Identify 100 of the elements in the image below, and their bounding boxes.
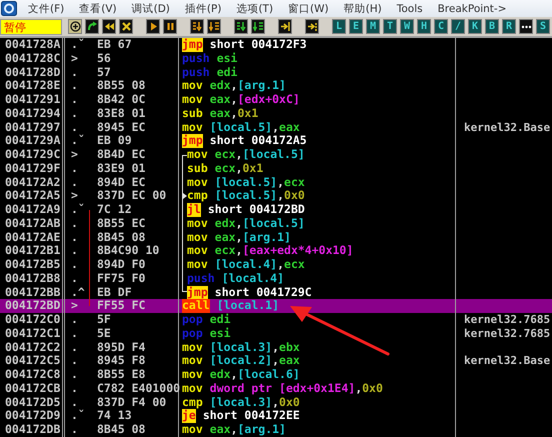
listing-row[interactable]: 0041728A .ˇ EB 67 jmp short 004172F3 (0, 38, 552, 52)
hex-bytes: 8945 EC (97, 120, 146, 134)
listing-row[interactable]: 004172DB . 8B45 08 mov eax,[arg.1] (0, 423, 552, 437)
window-button[interactable]: R (502, 19, 516, 34)
hex-bytes: 57 (97, 66, 111, 80)
operands: eax,0x1 (210, 106, 258, 120)
address-cell: 00417291 (5, 92, 60, 106)
operands: ecx,[eax+edx*4+0x10] (214, 244, 354, 258)
listing-row[interactable]: 004172A2 . 894D EC mov [local.5],ecx (0, 176, 552, 190)
run-to-user-icon[interactable] (305, 19, 319, 34)
window-button[interactable]: K (468, 19, 482, 34)
listing-row[interactable]: 004172AE . 8B45 08 mov eax,[arg.1] (0, 230, 552, 244)
window-button[interactable]: W (400, 19, 414, 34)
listing-row[interactable]: 00417294 . 83E8 01 sub eax,0x1 (0, 106, 552, 120)
jump-marker: . (71, 354, 78, 368)
operands: [local.5],eax (210, 120, 300, 134)
step-over-icon[interactable] (207, 19, 221, 34)
listing-row[interactable]: 0041728C > 56 push esi (0, 52, 552, 66)
rewind-icon[interactable] (102, 19, 116, 34)
menu-item[interactable]: 查看(V) (79, 2, 117, 16)
jump-marker: .^ (71, 286, 85, 300)
jump-marker: . (71, 106, 78, 120)
trace-into-icon[interactable] (234, 19, 248, 34)
operands: [local.4],ecx (214, 258, 305, 272)
trace-over-icon[interactable] (251, 19, 265, 34)
menu-item[interactable]: 调试(D) (132, 2, 170, 16)
window-button[interactable]: / (451, 19, 465, 34)
operands: edi (210, 313, 231, 327)
address-cell: 004172C5 (5, 353, 60, 368)
address-cell: 004172C2 (5, 340, 60, 354)
app-logo-icon (1, 1, 17, 16)
step-into-icon[interactable] (190, 19, 204, 34)
operands: dword ptr [edx+0x1E4],0x0 (210, 382, 383, 396)
hex-bytes: 83E8 01 (97, 106, 146, 120)
jump-marker: .ˇ (71, 38, 85, 52)
mnemonic: jl (187, 203, 201, 217)
window-button[interactable]: S (536, 19, 550, 34)
address-cell: 004172AB (5, 216, 60, 230)
address-cell: 0041728C (5, 50, 60, 65)
listing-row[interactable]: 004172C1 . 5E pop esi kernel32.7685 (0, 326, 552, 340)
window-button[interactable]: H (417, 19, 431, 34)
comment-cell: kernel32.Base (464, 354, 550, 368)
menu-item[interactable]: 选项(T) (236, 2, 274, 16)
mnemonic: call (182, 299, 210, 313)
menu-item[interactable]: 帮助(H) (344, 2, 382, 16)
dots-icon[interactable] (519, 19, 533, 34)
listing-row[interactable]: 004172B1 . 8B4C90 10 mov ecx,[eax+edx*4+0x10] (0, 244, 552, 258)
comment-cell: kernel32.Base (464, 120, 550, 134)
address-cell: 004172B1 (5, 243, 60, 258)
window-button[interactable]: M (366, 19, 380, 34)
listing-row[interactable]: 0041729F . 83E9 01 sub ecx,0x1 (0, 162, 552, 176)
hex-bytes: EB 09 (97, 134, 132, 148)
jump-marker: . (71, 340, 78, 354)
mnemonic: pop (182, 313, 203, 327)
jump-marker: > (71, 52, 78, 66)
menu-item[interactable]: BreakPoint-> (438, 2, 507, 14)
mnemonic: mov (187, 176, 208, 190)
jump-marker: . (71, 326, 78, 340)
operands: edx,[local.5] (214, 216, 305, 230)
listing-row[interactable]: 0041729A .ˇ EB 09 jmp short 004172A5 (0, 134, 552, 148)
operands: short 004172F3 (210, 38, 307, 52)
jump-marker: . (71, 216, 78, 230)
pause-icon[interactable] (163, 19, 177, 34)
menu-item[interactable]: 窗口(W) (288, 2, 329, 16)
menu-item[interactable]: 插件(P) (184, 2, 222, 16)
run-to-return-icon[interactable] (278, 19, 292, 34)
address-cell: 004172A5 (5, 188, 60, 202)
mnemonic: mov (187, 148, 208, 162)
listing-row[interactable]: 004172B5 . 894D F0 mov [local.4],ecx (0, 258, 552, 272)
listing-row[interactable]: 00417291 . 8B42 0C mov eax,[edx+0xC] (0, 93, 552, 107)
operands: eax,[arg.1] (214, 230, 291, 244)
window-button[interactable]: B (485, 19, 499, 34)
window-button[interactable]: C (434, 19, 448, 34)
window-button[interactable]: E (349, 19, 363, 34)
listing-row[interactable]: 004172BD > FF55 FC call [local.1] (0, 299, 552, 313)
address-cell: 0041728D (5, 64, 60, 78)
play-icon[interactable] (146, 19, 160, 34)
menu-item[interactable]: 文件(F) (28, 2, 64, 16)
menu-item[interactable]: Tools (396, 2, 423, 14)
address-cell: 0041728E (5, 78, 60, 92)
listing-row[interactable]: 004172D9 .ˇ 74 13 je short 004172EE (0, 409, 552, 423)
listing-row[interactable]: 0041728E . 8B55 08 mov edx,[arg.1] (0, 79, 552, 93)
close-icon[interactable] (119, 19, 133, 34)
window-button[interactable]: T (383, 19, 397, 34)
mnemonic: mov (182, 382, 203, 396)
hex-bytes: 8B42 0C (97, 93, 146, 107)
listing-row[interactable]: 0041728D . 57 push edi (0, 66, 552, 80)
window-button[interactable]: L (332, 19, 346, 34)
plus-circle-icon[interactable] (68, 19, 82, 34)
listing-row[interactable]: 0041729C > 8B4D EC mov ecx,[local.5] (0, 148, 552, 162)
listing-row[interactable]: 004172C2 . 895D F4 mov [local.3],ebx (0, 340, 552, 354)
address-cell: 004172AE (5, 230, 60, 244)
jump-marker: .ˇ (71, 409, 85, 423)
listing-row[interactable]: 004172C5 . 8945 F8 mov [local.2],eax kernel32.Base (0, 354, 552, 368)
address-cell: 0041729C (5, 147, 60, 161)
mnemonic: cmp (187, 189, 208, 203)
jump-marker: . (71, 423, 78, 437)
listing-row[interactable]: 004172A9 .ˇ 7C 12 jl short 004172BD (0, 203, 552, 217)
listing-row[interactable]: 004172AB . 8B55 EC mov edx,[local.5] (0, 216, 552, 230)
listing-row[interactable]: 004172C8 . 8B55 E8 mov edx,[local.6] (0, 368, 552, 382)
